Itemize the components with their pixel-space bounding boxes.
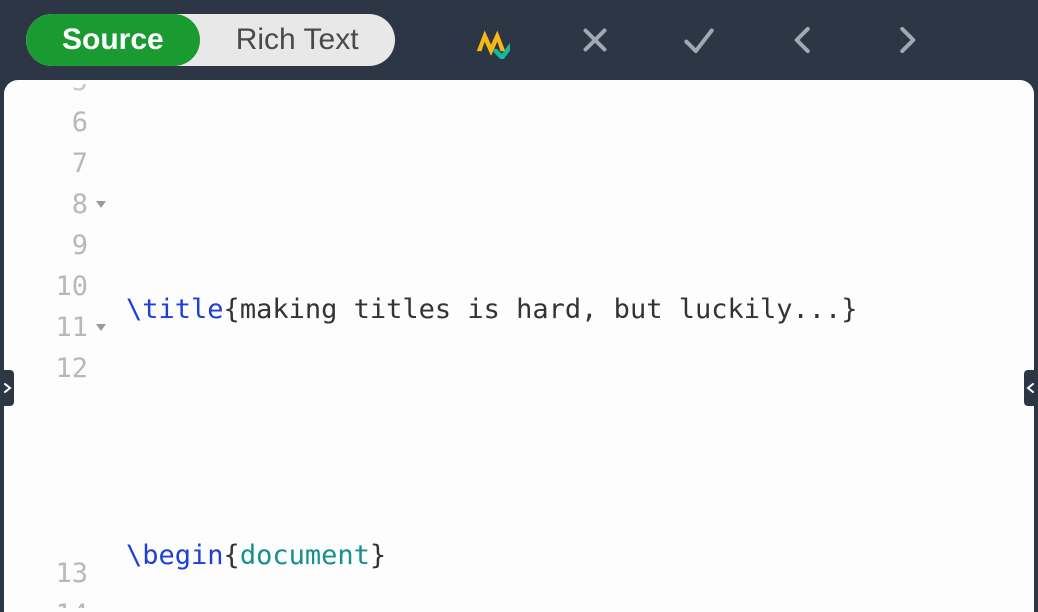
reject-icon[interactable]	[567, 12, 623, 68]
line-number: 9	[4, 225, 110, 266]
line-number: 14	[4, 594, 110, 608]
toolbar: Source Rich Text	[0, 0, 1038, 80]
writefull-logo-icon[interactable]	[463, 12, 519, 68]
next-icon[interactable]	[879, 12, 935, 68]
tab-rich-text[interactable]: Rich Text	[200, 14, 395, 66]
line-number: 12	[4, 348, 110, 553]
line-number: 13	[4, 553, 110, 594]
code-line: \begin{document}	[126, 535, 1034, 576]
code-editor[interactable]: 5 6 7 8 9 10 11 12 13 14 \title{making t…	[4, 80, 1034, 612]
line-gutter: 5 6 7 8 9 10 11 12 13 14	[4, 80, 110, 612]
line-number: 8	[4, 184, 110, 225]
code-content[interactable]: \title{making titles is hard, but luckil…	[110, 80, 1034, 612]
line-number: 5	[4, 84, 110, 102]
line-number: 6	[4, 102, 110, 143]
prev-icon[interactable]	[775, 12, 831, 68]
code-line	[126, 166, 1034, 207]
line-number: 7	[4, 143, 110, 184]
accept-icon[interactable]	[671, 12, 727, 68]
editor-panel: 5 6 7 8 9 10 11 12 13 14 \title{making t…	[4, 80, 1034, 612]
code-line	[126, 412, 1034, 453]
line-number: 11	[4, 307, 110, 348]
tab-source[interactable]: Source	[26, 14, 200, 66]
line-number: 10	[4, 266, 110, 307]
right-panel-toggle[interactable]	[1024, 370, 1034, 406]
left-panel-toggle[interactable]	[4, 370, 14, 406]
view-mode-tabs: Source Rich Text	[26, 14, 395, 66]
code-line: \title{making titles is hard, but luckil…	[126, 289, 1034, 330]
